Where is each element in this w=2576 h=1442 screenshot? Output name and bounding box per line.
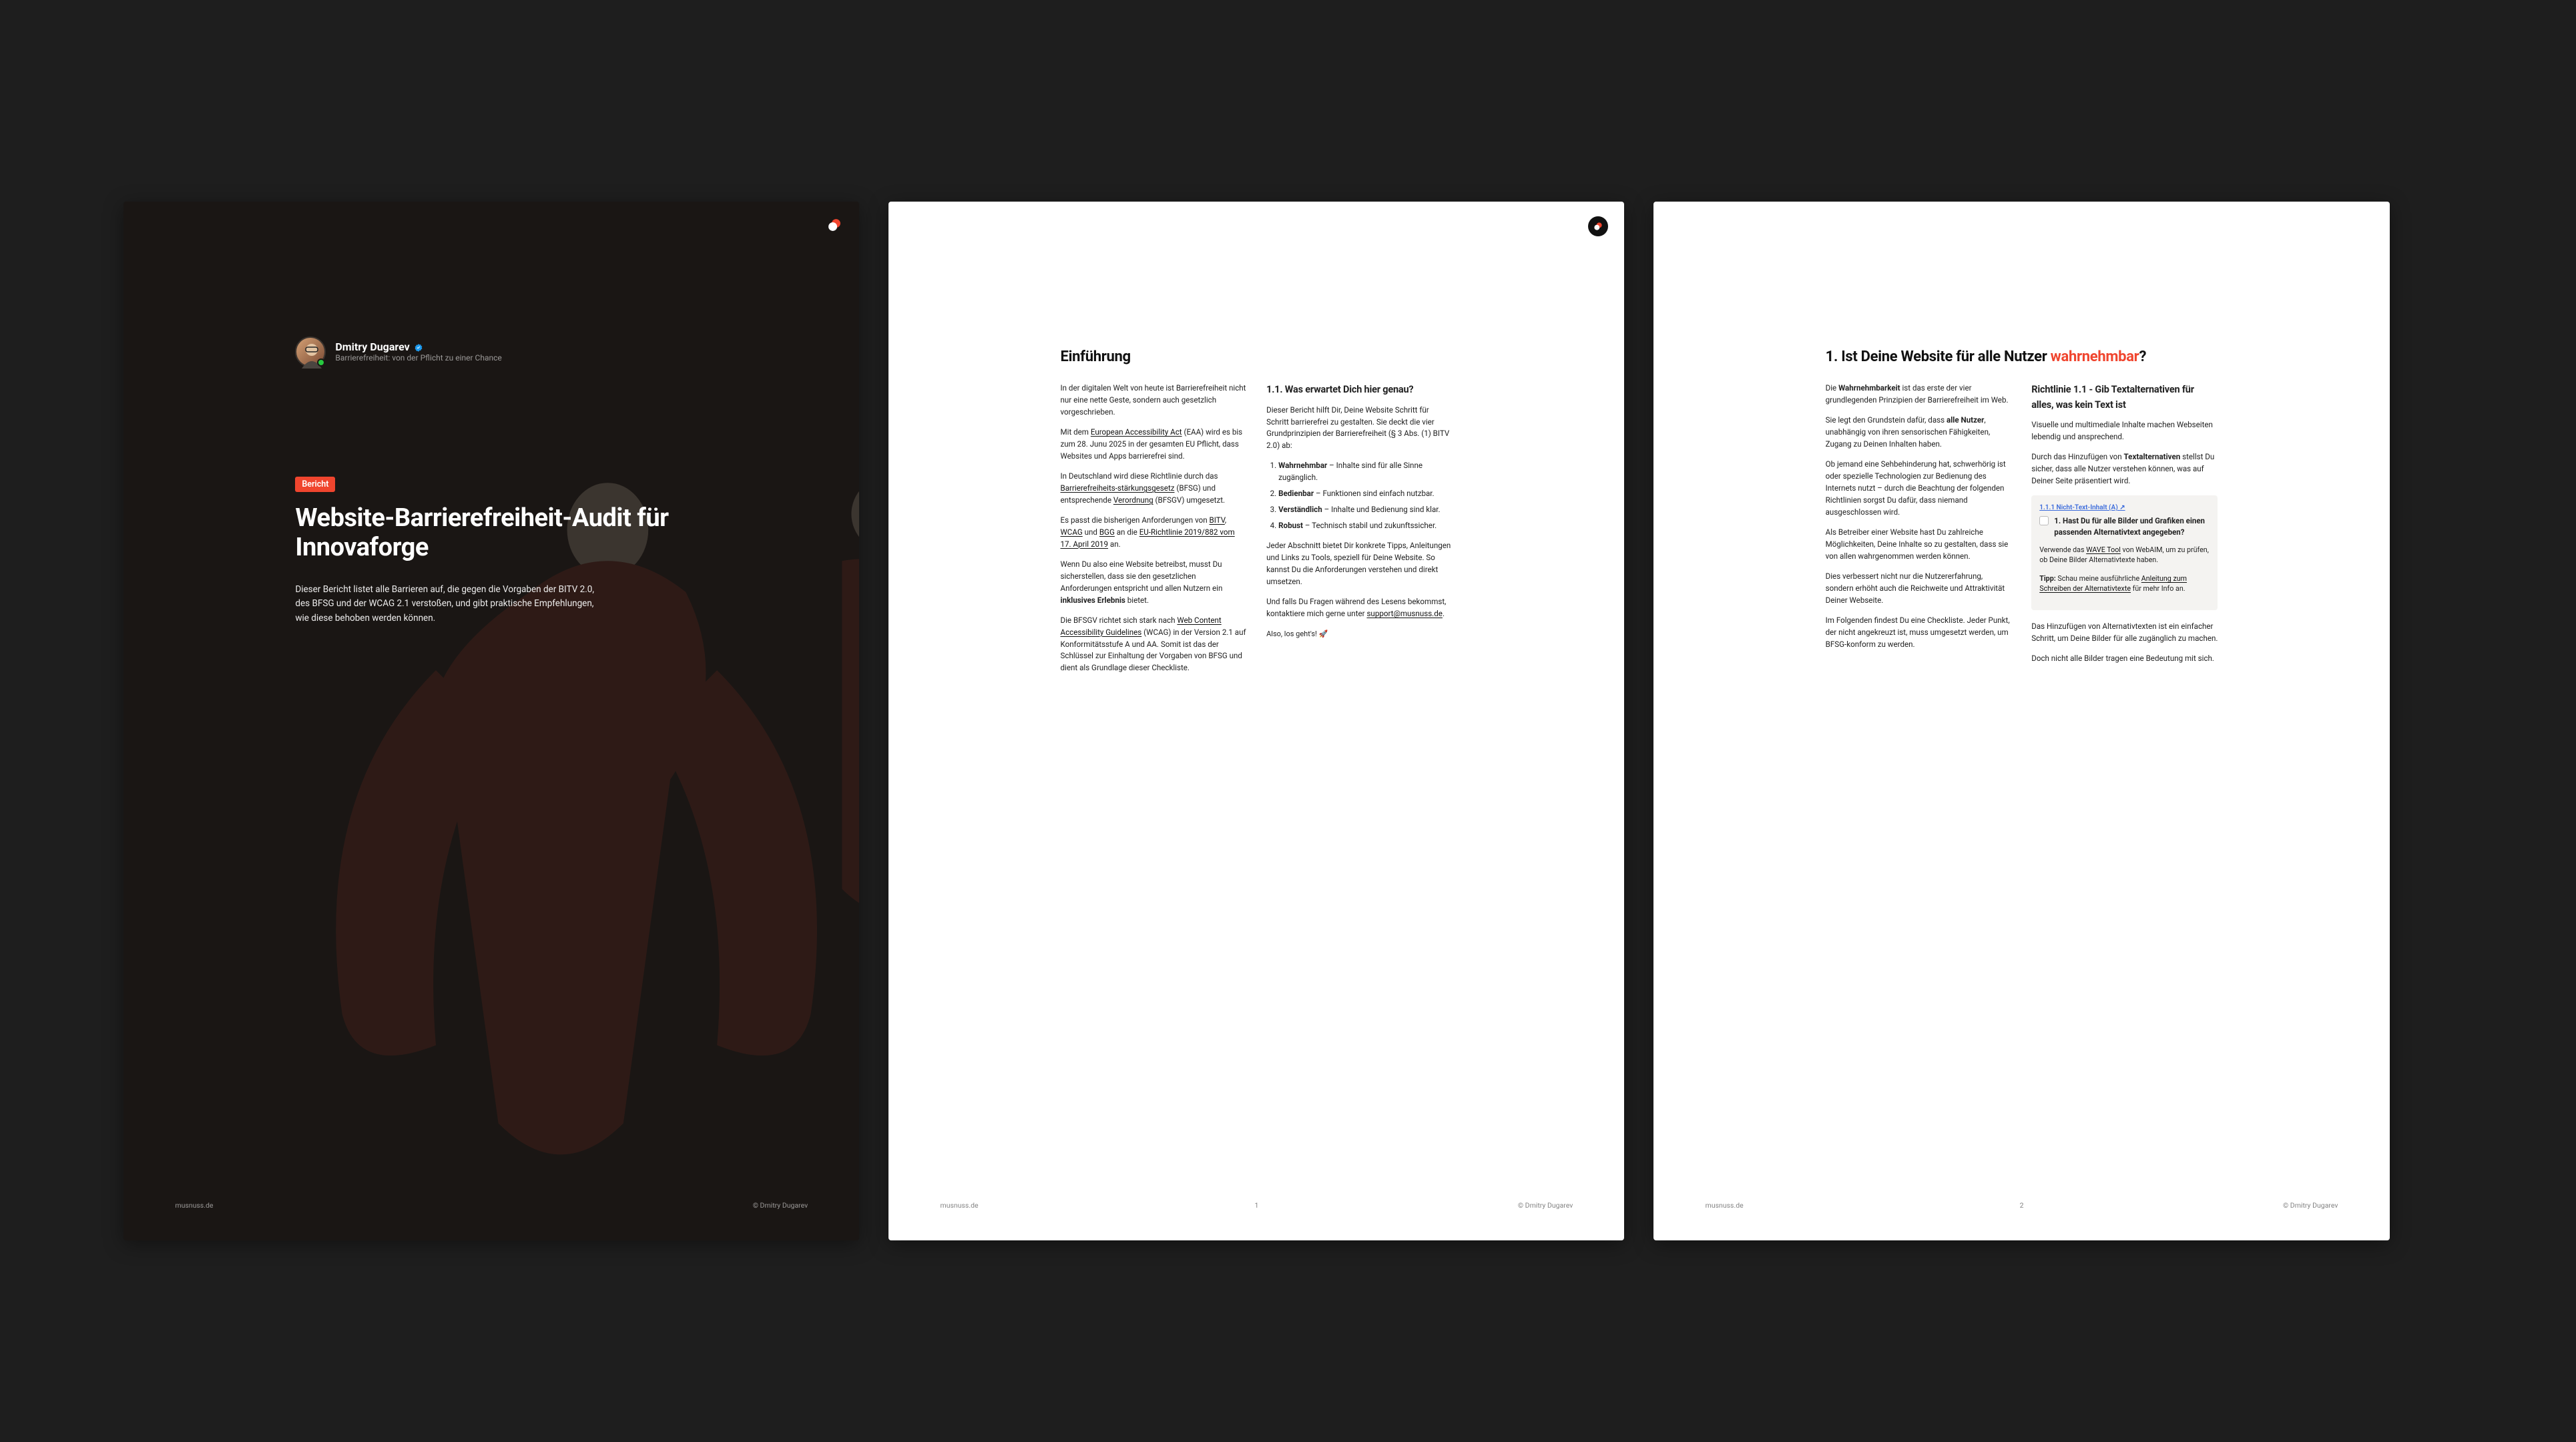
intro-p6: Die BFSGV richtet sich stark nach Web Co… — [1061, 615, 1247, 675]
intro-page: Einführung In der digitalen Welt von heu… — [888, 202, 1624, 1241]
principle-2: Bedienbar – Funktionen sind einfach nutz… — [1278, 488, 1453, 500]
link-verordnung[interactable]: Verordnung — [1113, 495, 1153, 505]
footer-site: musnuss.de — [175, 1201, 213, 1210]
footer-site: musnuss.de — [1706, 1201, 1744, 1210]
intro-p1: In der digitalen Welt von heute ist Barr… — [1061, 383, 1247, 419]
principle-1: Wahrnehmbar – Inhalte sind für alle Sinn… — [1278, 460, 1453, 484]
link-bitv[interactable]: BITV — [1210, 515, 1225, 525]
brand-chip-icon — [1588, 216, 1608, 236]
author-tagline: Barrierefreiheit: von der Pflicht zu ein… — [335, 353, 501, 363]
intro-right-p3: Und falls Du Fragen während des Lesens b… — [1266, 596, 1453, 620]
link-wave-tool[interactable]: WAVE Tool — [2086, 545, 2121, 554]
footer-copyright: © Dmitry Dugarev — [753, 1201, 808, 1210]
page-footer: musnuss.de © Dmitry Dugarev — [175, 1201, 808, 1210]
author-avatar — [295, 336, 326, 367]
intro-right-column: 1.1. Was erwartet Dich hier genau? Diese… — [1266, 383, 1453, 682]
intro-p2: Mit dem European Accessibility Act (EAA)… — [1061, 427, 1247, 463]
intro-sub-heading: 1.1. Was erwartet Dich hier genau? — [1266, 383, 1453, 397]
verified-badge-icon — [414, 342, 423, 352]
checkbox[interactable] — [2039, 516, 2049, 525]
author-row: Dmitry Dugarev Barrierefreiheit: von der… — [295, 336, 688, 367]
checklist-card: 1.1.1 Nicht-Text-Inhalt (A) ↗ 1. Hast Du… — [2031, 495, 2218, 610]
report-type-badge: Bericht — [295, 477, 335, 492]
footer-copyright: © Dmitry Dugarev — [1518, 1201, 1573, 1210]
report-cover-page: Dmitry Dugarev Barrierefreiheit: von der… — [123, 202, 859, 1241]
link-bgg[interactable]: BGG — [1099, 527, 1115, 537]
link-wcag[interactable]: WCAG — [1061, 527, 1083, 537]
wcag-criterion-link[interactable]: 1.1.1 Nicht-Text-Inhalt (A) ↗ — [2039, 503, 2210, 513]
intro-right-intro: Dieser Bericht hilft Dir, Deine Website … — [1266, 405, 1453, 453]
principles-list: Wahrnehmbar – Inhalte sind für alle Sinn… — [1266, 460, 1453, 532]
page-number: 2 — [2020, 1201, 2024, 1210]
perceivable-left-column: Die Wahrnehmbarkeit ist das erste der vi… — [1826, 383, 2012, 673]
perceivable-right-column: Richtlinie 1.1 - Gib Textalternativen fü… — [2031, 383, 2218, 673]
intro-p5: Wenn Du also eine Website betreibst, mus… — [1061, 559, 1247, 607]
page-footer: musnuss.de 2 © Dmitry Dugarev — [1706, 1201, 2338, 1210]
brand-logo-icon — [826, 216, 843, 234]
intro-p3: In Deutschland wird diese Richtlinie dur… — [1061, 471, 1247, 507]
intro-right-p4: Also, los geht's! 🚀 — [1266, 628, 1453, 640]
guideline-1-1-heading: Richtlinie 1.1 - Gib Textalternativen fü… — [2031, 383, 2218, 413]
link-eaa[interactable]: European Accessibility Act — [1091, 427, 1182, 437]
author-name: Dmitry Dugarev — [335, 340, 409, 353]
report-title: Website-Barrierefreiheit-Audit für Innov… — [295, 504, 688, 562]
footer-copyright: © Dmitry Dugarev — [2283, 1201, 2338, 1210]
checklist-question: 1. Hast Du für alle Bilder und Grafiken … — [2039, 515, 2210, 537]
page-footer: musnuss.de 1 © Dmitry Dugarev — [940, 1201, 1573, 1210]
support-email-link[interactable]: support@musnuss.de — [1366, 609, 1442, 618]
intro-p4: Es passt die bisherigen Anforderungen vo… — [1061, 515, 1247, 551]
online-indicator — [317, 358, 325, 367]
principle-3: Verständlich – Inhalte und Bedienung sin… — [1278, 504, 1453, 516]
perceivable-page: 1. Ist Deine Website für alle Nutzer wah… — [1653, 202, 2389, 1241]
intro-right-p2: Jeder Abschnitt bietet Dir konkrete Tipp… — [1266, 540, 1453, 588]
principle-4: Robust – Technisch stabil und zukunftssi… — [1278, 520, 1453, 532]
intro-heading: Einführung — [1061, 348, 1453, 365]
perceivable-heading: 1. Ist Deine Website für alle Nutzer wah… — [1826, 348, 2218, 365]
link-bfsg[interactable]: Barrierefreiheits-stärkungsgesetz — [1061, 483, 1175, 493]
intro-left-column: In der digitalen Welt von heute ist Barr… — [1061, 383, 1247, 682]
footer-site: musnuss.de — [940, 1201, 978, 1210]
page-number: 1 — [1254, 1201, 1258, 1210]
report-description: Dieser Bericht listet alle Barrieren auf… — [295, 583, 601, 626]
author-info: Dmitry Dugarev Barrierefreiheit: von der… — [335, 340, 501, 363]
